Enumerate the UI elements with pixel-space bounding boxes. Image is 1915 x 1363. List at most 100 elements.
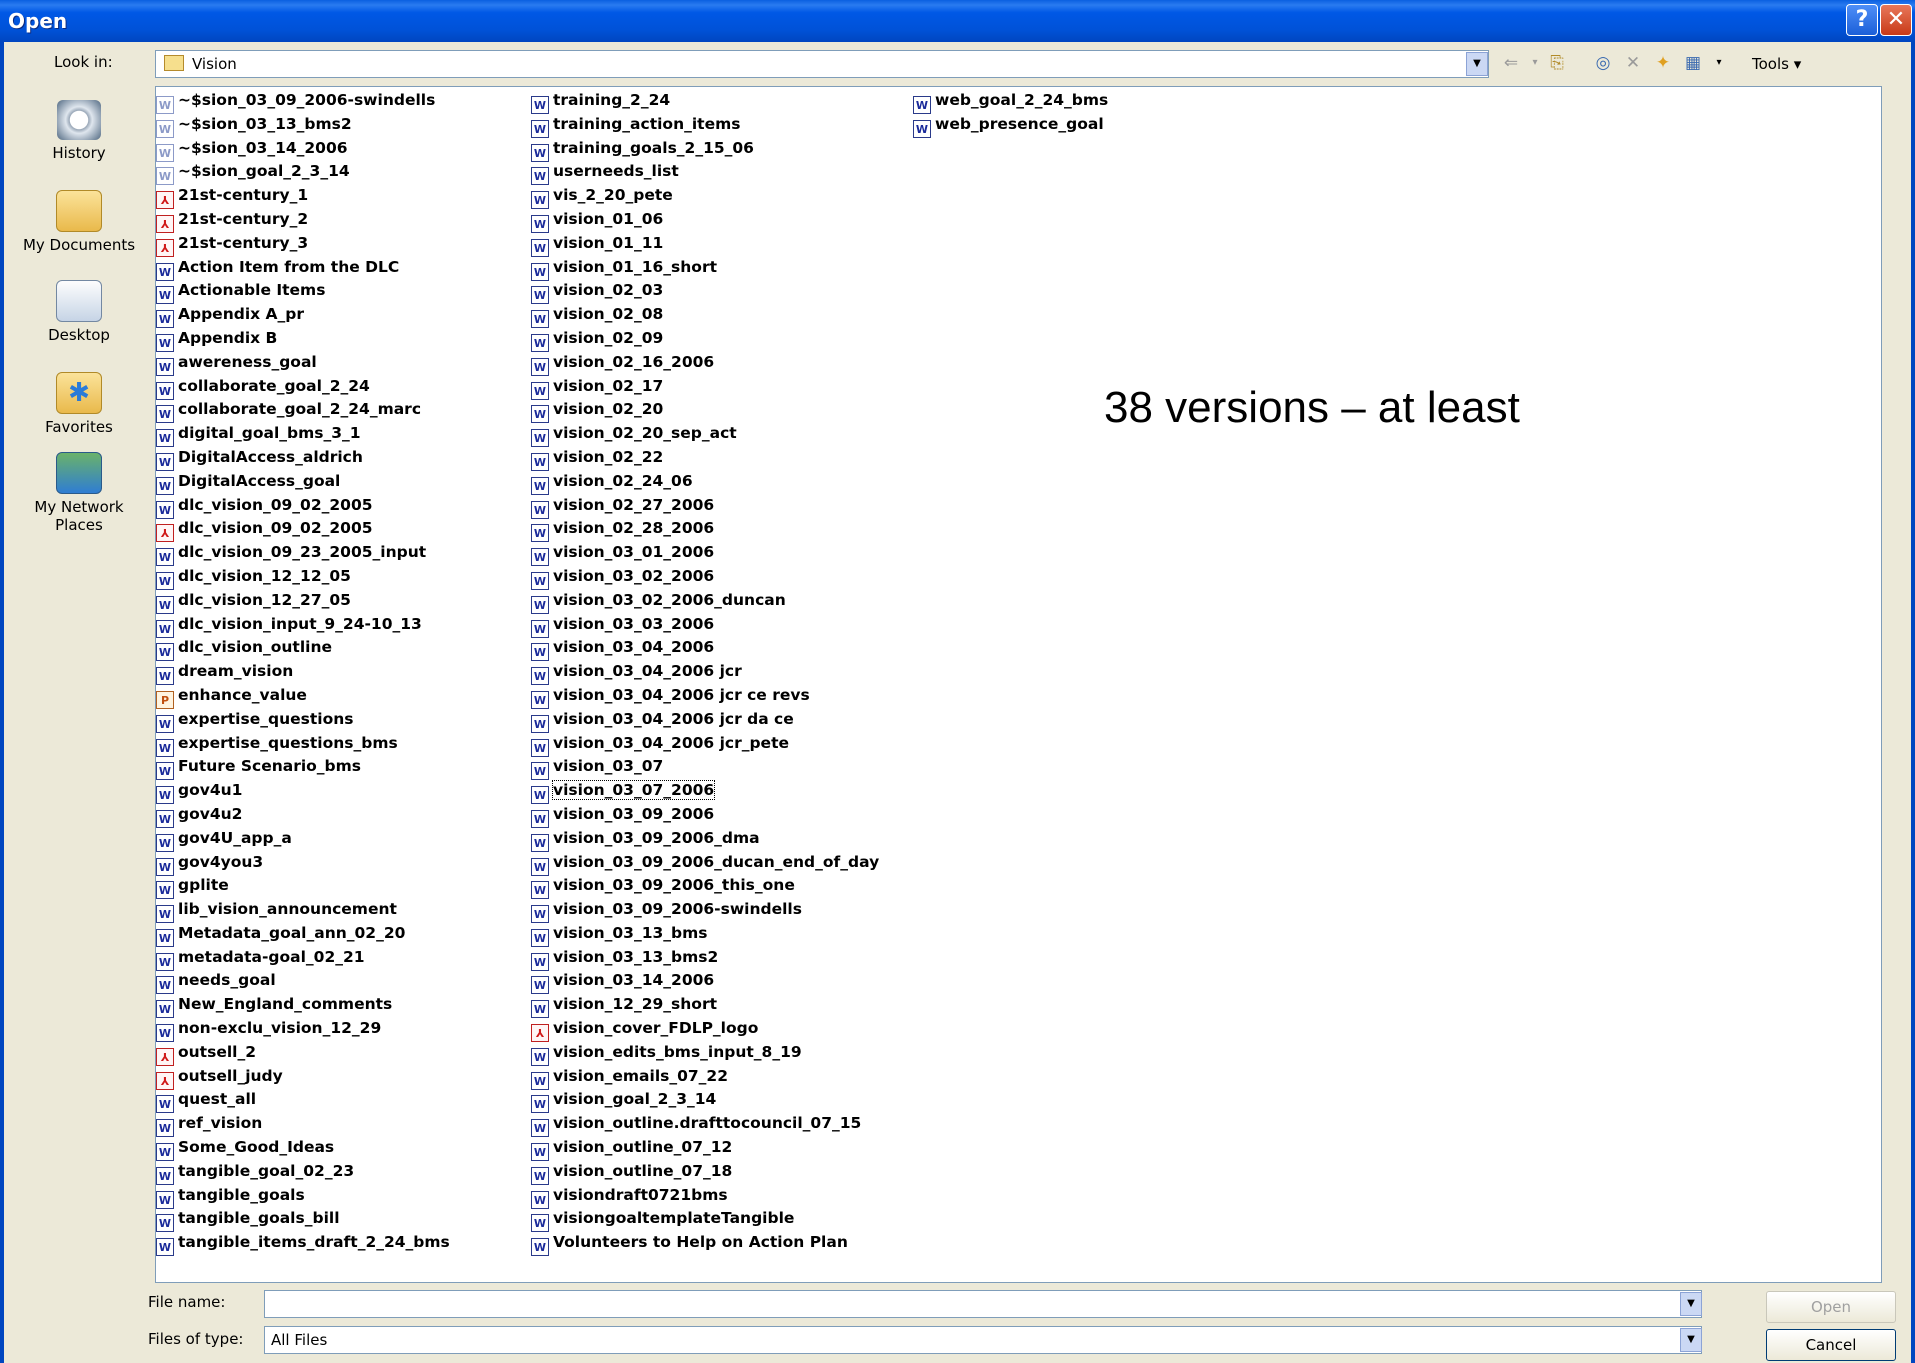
- file-item[interactable]: Wvision_outline_07_18: [531, 1160, 879, 1185]
- file-item[interactable]: Wneeds_goal: [156, 969, 450, 995]
- file-item[interactable]: Wvision_03_04_2006 jcr da ce: [531, 708, 879, 733]
- file-item[interactable]: W New_England_comments: [156, 993, 450, 1019]
- new-folder-icon[interactable]: ✦: [1652, 52, 1674, 74]
- file-item[interactable]: W Volunteers to Help on Action Plan: [531, 1231, 879, 1257]
- file-item[interactable]: Wvision_02_27_2006: [531, 494, 879, 519]
- file-item[interactable]: Wdream_vision: [156, 660, 450, 686]
- file-item[interactable]: W Future Scenario_bms: [156, 755, 450, 781]
- file-name-input[interactable]: [264, 1290, 1702, 1318]
- file-item[interactable]: Penhance_value: [156, 684, 450, 709]
- place-desktop[interactable]: Desktop: [4, 280, 154, 344]
- look-in-dropdown[interactable]: Vision: [155, 50, 1489, 78]
- up-folder-icon[interactable]: ⎘: [1546, 52, 1568, 74]
- file-item[interactable]: Wdlc_vision_09_23_2005_input: [156, 541, 450, 567]
- file-item[interactable]: Wvision_03_13_bms: [531, 922, 879, 947]
- open-button[interactable]: Open: [1766, 1291, 1896, 1323]
- file-item[interactable]: Wgplite: [156, 874, 450, 900]
- file-item[interactable]: Wuserneeds_list: [531, 160, 879, 186]
- file-item[interactable]: Wvision_03_13_bms2: [531, 946, 879, 971]
- file-item[interactable]: ⅄ dlc_vision_09_02_2005: [156, 517, 450, 543]
- file-item[interactable]: Wgov4u1: [156, 779, 450, 805]
- close-button[interactable]: ✕: [1880, 4, 1912, 36]
- file-item[interactable]: Wvision_03_04_2006 jcr: [531, 660, 879, 686]
- file-item[interactable]: W Actionable Items: [156, 279, 450, 305]
- file-item[interactable]: ⅄ outsell_judy: [156, 1065, 450, 1090]
- file-item[interactable]: Wgov4you3: [156, 851, 450, 876]
- file-item[interactable]: Wvision_01_06: [531, 208, 879, 233]
- file-item[interactable]: Wvision_12_29_short: [531, 993, 879, 1019]
- file-item[interactable]: ⅄ outsell_2: [156, 1041, 450, 1066]
- file-item[interactable]: Wvision_02_24_06: [531, 470, 879, 495]
- file-item[interactable]: Wvision_01_16_short: [531, 256, 879, 281]
- back-arrow-icon[interactable]: ⇐: [1500, 52, 1522, 74]
- file-item[interactable]: Wvision_outline.drafttocouncil_07_15: [531, 1112, 879, 1138]
- file-item[interactable]: Wvision_03_07_2006: [531, 779, 879, 805]
- file-item[interactable]: Wweb_presence_goal: [913, 113, 1108, 138]
- place-my-documents[interactable]: My Documents: [4, 190, 154, 254]
- file-item[interactable]: Wvision_02_20: [531, 398, 879, 424]
- file-item[interactable]: W ~$sion_03_09_2006-swindells: [156, 89, 450, 114]
- file-item[interactable]: Wtangible_goals_bill: [156, 1207, 450, 1233]
- file-type-arrow-icon[interactable]: ▼: [1680, 1328, 1702, 1352]
- file-item[interactable]: Wvision_03_03_2006: [531, 613, 879, 638]
- file-item[interactable]: Wdlc_vision_outline: [156, 636, 450, 662]
- file-item[interactable]: Wvision_02_16_2006: [531, 351, 879, 376]
- file-item[interactable]: Wvision_03_02_2006_duncan: [531, 589, 879, 614]
- help-button[interactable]: ?: [1846, 4, 1878, 36]
- file-item[interactable]: Wvision_03_09_2006: [531, 803, 879, 828]
- file-item[interactable]: Wvision_emails_07_22: [531, 1065, 879, 1090]
- file-item[interactable]: ⅄ vision_cover_FDLP_logo: [531, 1017, 879, 1043]
- place-history[interactable]: History: [4, 100, 154, 162]
- file-item[interactable]: ⅄ 21st-century_2: [156, 208, 450, 233]
- file-item[interactable]: Wvision_03_07: [531, 755, 879, 781]
- file-item[interactable]: Wtangible_items_draft_2_24_bms: [156, 1231, 450, 1257]
- file-item[interactable]: ⅄ 21st-century_3: [156, 232, 450, 257]
- file-item[interactable]: Wvision_03_04_2006 jcr ce revs: [531, 684, 879, 709]
- file-item[interactable]: Wtraining_2_24: [531, 89, 879, 114]
- file-item[interactable]: Wvision_03_09_2006-swindells: [531, 898, 879, 924]
- file-item[interactable]: W Action Item from the DLC: [156, 256, 450, 281]
- file-item[interactable]: Wvision_03_09_2006_dma: [531, 827, 879, 852]
- place-favorites[interactable]: ✱ Favorites: [4, 372, 154, 436]
- file-item[interactable]: Wvision_02_08: [531, 303, 879, 329]
- file-item[interactable]: Wexpertise_questions: [156, 708, 450, 733]
- file-item[interactable]: Wexpertise_questions_bms: [156, 732, 450, 757]
- views-dropdown-icon[interactable]: ▾: [1708, 52, 1730, 74]
- file-item[interactable]: W DigitalAccess_aldrich: [156, 446, 450, 471]
- file-item[interactable]: Wtraining_goals_2_15_06: [531, 137, 879, 162]
- file-item[interactable]: Wvision_03_02_2006: [531, 565, 879, 590]
- file-item[interactable]: Wcollaborate_goal_2_24_marc: [156, 398, 450, 424]
- file-item[interactable]: W ~$sion_03_14_2006: [156, 137, 450, 162]
- file-item[interactable]: W Some_Good_Ideas: [156, 1136, 450, 1162]
- file-item[interactable]: Wvis_2_20_pete: [531, 184, 879, 210]
- file-item[interactable]: Wvision_03_09_2006_this_one: [531, 874, 879, 900]
- file-item[interactable]: Wdlc_vision_input_9_24-10_13: [156, 613, 450, 638]
- file-item[interactable]: W Metadata_goal_ann_02_20: [156, 922, 450, 947]
- file-item[interactable]: Wcollaborate_goal_2_24: [156, 375, 450, 400]
- file-type-select[interactable]: All Files: [264, 1326, 1702, 1354]
- file-item[interactable]: Wawereness_goal: [156, 351, 450, 376]
- file-item[interactable]: Wvision_edits_bms_input_8_19: [531, 1041, 879, 1066]
- file-item[interactable]: W ~$sion_03_13_bms2: [156, 113, 450, 138]
- look-in-arrow-icon[interactable]: ▼: [1466, 52, 1488, 76]
- file-item[interactable]: Wweb_goal_2_24_bms: [913, 89, 1108, 114]
- file-item[interactable]: ⅄ 21st-century_1: [156, 184, 450, 210]
- file-item[interactable]: Wgov4u2: [156, 803, 450, 828]
- file-list[interactable]: W ~$sion_03_09_2006-swindells W ~$sion_03_1…: [155, 86, 1882, 1283]
- file-item[interactable]: Wquest_all: [156, 1088, 450, 1114]
- file-item[interactable]: Wvision_03_09_2006_ducan_end_of_day: [531, 851, 879, 876]
- file-item[interactable]: Wvision_03_04_2006 jcr_pete: [531, 732, 879, 757]
- search-web-icon[interactable]: ◎: [1592, 52, 1614, 74]
- file-item[interactable]: Wtangible_goal_02_23: [156, 1160, 450, 1185]
- file-item[interactable]: Wdigital_goal_bms_3_1: [156, 422, 450, 448]
- file-item[interactable]: Wvision_outline_07_12: [531, 1136, 879, 1162]
- file-item[interactable]: Wvision_03_01_2006: [531, 541, 879, 567]
- file-item[interactable]: Wtraining_action_items: [531, 113, 879, 138]
- file-item[interactable]: Wvision_03_04_2006: [531, 636, 879, 662]
- delete-icon[interactable]: ✕: [1622, 52, 1644, 74]
- file-item[interactable]: Wref_vision: [156, 1112, 450, 1138]
- file-item[interactable]: Wmetadata-goal_02_21: [156, 946, 450, 971]
- file-item[interactable]: Wvision_03_14_2006: [531, 969, 879, 995]
- file-item[interactable]: W ~$sion_goal_2_3_14: [156, 160, 450, 186]
- back-dropdown-icon[interactable]: ▾: [1524, 52, 1546, 74]
